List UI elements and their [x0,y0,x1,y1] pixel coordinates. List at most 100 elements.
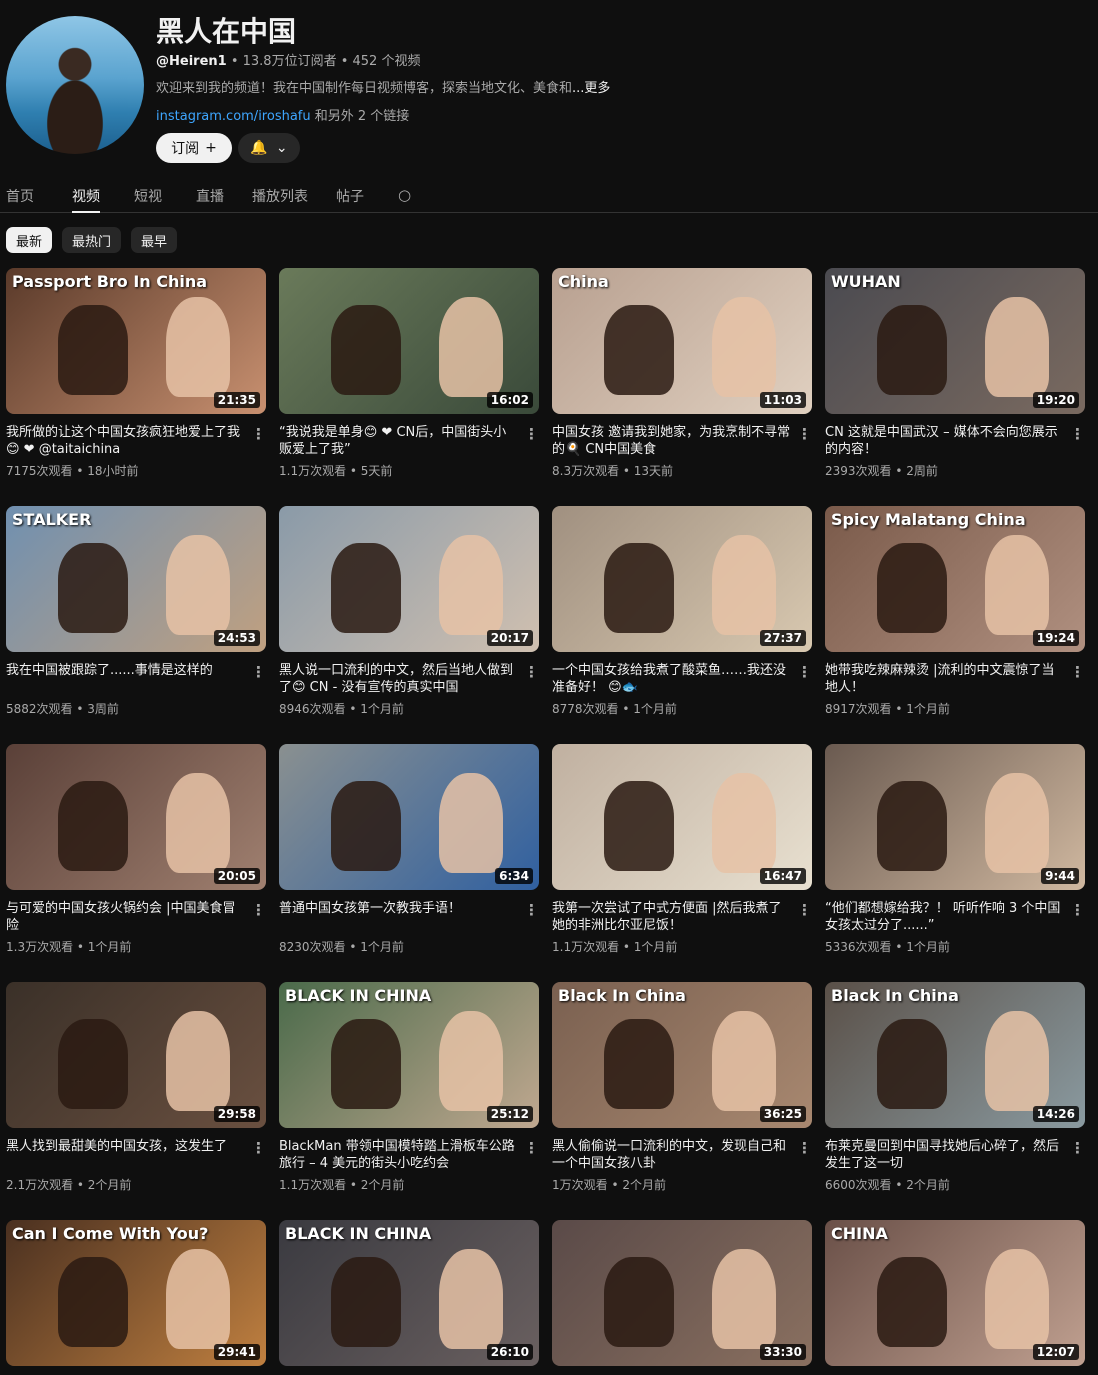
video-thumbnail[interactable]: 27:37 [552,506,812,652]
video-card[interactable]: 9:44 “他们都想嫁给我？！ 听听作响 3 个中国女孩太过分了......” ⋮ 5… [825,744,1085,955]
more-options-icon[interactable]: ⋮ [797,1139,812,1157]
video-thumbnail[interactable]: STALKER 24:53 [6,506,266,652]
video-title[interactable]: “他们都想嫁给我？！ 听听作响 3 个中国女孩太过分了......” [825,900,1065,934]
instagram-link[interactable]: instagram.com/iroshafu [156,109,311,124]
more-options-icon[interactable]: ⋮ [1070,901,1085,919]
tab-3[interactable]: 直播 [196,186,224,206]
video-title[interactable]: 黑人说一口流利的中文，然后当地人做到了😊 CN - 没有宣传的真实中国 [279,662,519,696]
video-title[interactable]: BlackMan 带领中国模特踏上滑板车公路旅行 – 4 美元的街头小吃约会 [279,1138,519,1172]
video-title[interactable]: 中国女孩 邀请我到她家，为我烹制不寻常的🍳 CN中国美食 [552,424,792,458]
video-card[interactable]: 6:34 普通中国女孩第一次教我手语！ ⋮ 8230次观看 • 1个月前 [279,744,539,955]
tab-2[interactable]: 短视 [134,186,162,206]
video-stats: 1.1万次观看 • 5天前 [279,464,393,478]
more-options-icon[interactable]: ⋮ [524,901,539,919]
video-title[interactable]: 黑人找到最甜美的中国女孩，这发生了 [6,1138,246,1172]
channel-description[interactable]: 欢迎来到我的频道！我在中国制作每日视频博客，探索当地文化、美食和...更多 [156,77,716,96]
video-card[interactable]: 20:05 与可爱的中国女孩火锅约会 |中国美食冒险 ⋮ 1.3万次观看 • 1个月前 [6,744,266,955]
sort-chip-1[interactable]: 最热门 [62,227,122,253]
more-options-icon[interactable]: ⋮ [251,1139,266,1157]
video-thumbnail[interactable]: Black In China 36:25 [552,982,812,1128]
video-thumbnail[interactable]: Passport Bro In China 21:35 [6,268,266,414]
thumbnail-person [711,297,776,398]
more-options-icon[interactable]: ⋮ [251,901,266,919]
more-options-icon[interactable]: ⋮ [524,425,539,443]
sort-chip-2[interactable]: 最早 [131,227,178,253]
tab-0[interactable]: 首页 [6,186,34,206]
video-thumbnail[interactable]: China 11:03 [552,268,812,414]
more-options-icon[interactable]: ⋮ [524,1139,539,1157]
video-card[interactable]: 20:17 黑人说一口流利的中文，然后当地人做到了😊 CN - 没有宣传的真实中国… [279,506,539,717]
more-options-icon[interactable]: ⋮ [1070,663,1085,681]
tab-5[interactable]: 帖子 [336,186,364,206]
more-options-icon[interactable]: ⋮ [1070,425,1085,443]
more-links[interactable]: 和另外 2 个链接 [311,109,410,124]
video-stats: 1.1万次观看 • 2个月前 [279,1178,405,1192]
tab-4[interactable]: 播放列表 [252,186,308,206]
video-thumbnail[interactable]: CHINA 12:07 [825,1220,1085,1366]
more-options-icon[interactable]: ⋮ [251,425,266,443]
thumbnail-person [604,1018,674,1109]
video-title[interactable]: 我第一次尝试了中式方便面 |然后我煮了她的非洲比尔亚尼饭！ [552,900,792,934]
search-icon[interactable]: ○ [398,186,411,204]
video-title[interactable]: 布莱克曼回到中国寻找她后心碎了，然后发生了这一切 [825,1138,1065,1172]
video-card[interactable]: Black In China 36:25 黑人偷偷说一口流利的中文，发现自己和一个中… [552,982,812,1193]
more-options-icon[interactable]: ⋮ [524,663,539,681]
more-options-icon[interactable]: ⋮ [1070,1139,1085,1157]
video-card[interactable]: 16:02 “我说我是单身😊 ❤ CN后，中国街头小贩爱上了我” ⋮ 1.1万次观看 … [279,268,539,479]
video-card[interactable]: WUHAN 19:20 CN 这就是中国武汉 – 媒体不会向您展示的内容！ ⋮ 2393… [825,268,1085,479]
notification-button[interactable]: 🔔 ⌄ [238,133,300,163]
video-card[interactable]: BLACK IN CHINA 25:12 BlackMan 带领中国模特踏上滑板车公… [279,982,539,1193]
video-card[interactable]: 27:37 一个中国女孩给我煮了酸菜鱼……我还没准备好！ 😊🐟 ⋮ 8778次观看 •… [552,506,812,717]
video-card[interactable]: BLACK IN CHINA 26:10 [279,1220,539,1366]
video-card[interactable]: Can I Come With You? 29:41 [6,1220,266,1366]
video-thumbnail[interactable]: 16:02 [279,268,539,414]
video-thumbnail[interactable]: 20:05 [6,744,266,890]
video-title[interactable]: “我说我是单身😊 ❤ CN后，中国街头小贩爱上了我” [279,424,519,458]
video-thumbnail[interactable]: Spicy Malatang China 19:24 [825,506,1085,652]
video-thumbnail[interactable]: 6:34 [279,744,539,890]
thumbnail-person [877,1018,947,1109]
video-card[interactable]: 29:58 黑人找到最甜美的中国女孩，这发生了 ⋮ 2.1万次观看 • 2个月前 [6,982,266,1193]
video-thumbnail[interactable]: Black In China 14:26 [825,982,1085,1128]
more-options-icon[interactable]: ⋮ [797,901,812,919]
more-options-icon[interactable]: ⋮ [797,425,812,443]
video-title[interactable]: 我在中国被跟踪了......事情是这样的 [6,662,246,696]
video-title[interactable]: 我所做的让这个中国女孩疯狂地爱上了我😊 ❤ @taitaichina [6,424,246,458]
subscribe-button[interactable]: 订阅 + [156,133,232,163]
more-options-icon[interactable]: ⋮ [251,663,266,681]
video-card[interactable]: Black In China 14:26 布莱克曼回到中国寻找她后心碎了，然后发生了… [825,982,1085,1193]
thumbnail-person [438,1249,503,1350]
channel-avatar[interactable] [6,16,144,154]
video-stats: 8.3万次观看 • 13天前 [552,464,674,478]
video-thumbnail[interactable]: 16:47 [552,744,812,890]
video-thumbnail[interactable]: 20:17 [279,506,539,652]
video-thumbnail[interactable]: BLACK IN CHINA 25:12 [279,982,539,1128]
video-card[interactable]: Passport Bro In China 21:35 我所做的让这个中国女孩疯狂地… [6,268,266,479]
video-thumbnail[interactable]: BLACK IN CHINA 26:10 [279,1220,539,1366]
video-title[interactable]: 普通中国女孩第一次教我手语！ [279,900,519,934]
video-card[interactable]: Spicy Malatang China 19:24 她带我吃辣麻辣烫 |流利的中文… [825,506,1085,717]
video-card[interactable]: CHINA 12:07 [825,1220,1085,1366]
video-title[interactable]: 她带我吃辣麻辣烫 |流利的中文震惊了当地人！ [825,662,1065,696]
video-stats: 8778次观看 • 1个月前 [552,702,677,716]
video-title[interactable]: 黑人偷偷说一口流利的中文，发现自己和一个中国女孩八卦 [552,1138,792,1172]
chevron-down-icon: ⌄ [275,140,288,156]
video-title[interactable]: 一个中国女孩给我煮了酸菜鱼……我还没准备好！ 😊🐟 [552,662,792,696]
more-link[interactable]: ...更多 [572,81,610,96]
video-thumbnail[interactable]: 9:44 [825,744,1085,890]
tab-1[interactable]: 视频 [72,186,100,213]
video-card[interactable]: STALKER 24:53 我在中国被跟踪了......事情是这样的 ⋮ 5882次观看… [6,506,266,717]
video-thumbnail[interactable]: WUHAN 19:20 [825,268,1085,414]
video-card[interactable]: China 11:03 中国女孩 邀请我到她家，为我烹制不寻常的🍳 CN中国美食 ⋮ 8… [552,268,812,479]
video-stats: 1.1万次观看 • 1个月前 [552,940,678,954]
video-thumbnail[interactable]: 29:58 [6,982,266,1128]
video-thumbnail[interactable]: Can I Come With You? 29:41 [6,1220,266,1366]
video-card[interactable]: 33:30 [552,1220,812,1366]
sort-chip-0[interactable]: 最新 [6,227,53,253]
video-title[interactable]: 与可爱的中国女孩火锅约会 |中国美食冒险 [6,900,246,934]
video-card[interactable]: 16:47 我第一次尝试了中式方便面 |然后我煮了她的非洲比尔亚尼饭！ ⋮ 1.1万次… [552,744,812,955]
video-duration: 24:53 [213,630,260,646]
video-thumbnail[interactable]: 33:30 [552,1220,812,1366]
video-title[interactable]: CN 这就是中国武汉 – 媒体不会向您展示的内容！ [825,424,1065,458]
more-options-icon[interactable]: ⋮ [797,663,812,681]
